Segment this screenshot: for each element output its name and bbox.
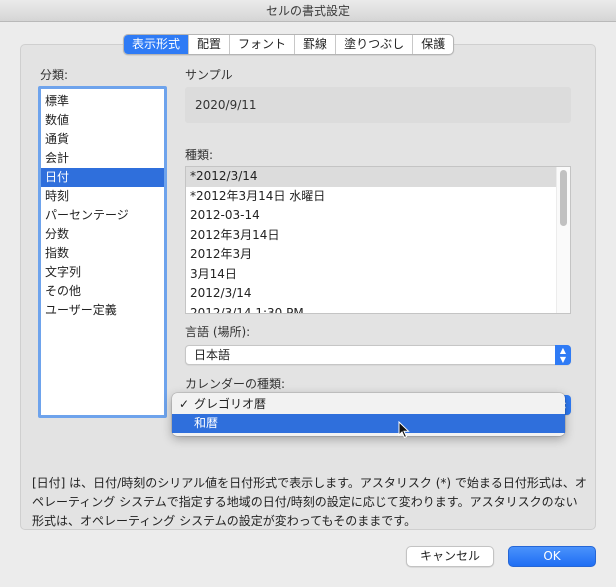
tab-font[interactable]: フォント	[229, 35, 294, 54]
window-titlebar: セルの書式設定	[0, 0, 616, 22]
menu-item-japanese-era[interactable]: 和暦	[172, 414, 565, 433]
category-item-fraction[interactable]: 分数	[41, 225, 164, 244]
type-list-scrollbar[interactable]	[556, 167, 570, 313]
category-item-scientific[interactable]: 指数	[41, 244, 164, 263]
type-item[interactable]: 2012年3月	[186, 245, 570, 265]
category-item-currency[interactable]: 通貨	[41, 130, 164, 149]
tab-alignment[interactable]: 配置	[188, 35, 229, 54]
menu-item-label: グレゴリオ暦	[194, 397, 267, 411]
locale-value: 日本語	[194, 348, 231, 362]
type-item[interactable]: 2012-03-14	[186, 206, 570, 226]
type-item[interactable]: 3月14日	[186, 265, 570, 285]
category-label: 分類:	[40, 68, 69, 82]
calendar-label: カレンダーの種類:	[185, 377, 286, 391]
type-item[interactable]: 2012/3/14 1:30 PM	[186, 304, 570, 314]
category-item-general[interactable]: 標準	[41, 92, 164, 111]
checkmark-icon: ✓	[179, 397, 190, 411]
type-item[interactable]: *2012/3/14	[186, 167, 570, 187]
sample-label: サンプル	[185, 68, 233, 82]
tab-bar: 表示形式 配置 フォント 罫線 塗りつぶし 保護	[123, 34, 455, 55]
scrollbar-thumb[interactable]	[560, 170, 567, 226]
type-item[interactable]: *2012年3月14日 水曜日	[186, 187, 570, 207]
format-description: [日付] は、日付/時刻のシリアル値を日付形式で表示します。アスタリスク (*)…	[32, 476, 587, 528]
menu-item-label: 和暦	[194, 416, 219, 430]
chevron-updown-icon: ▲▼	[555, 345, 571, 365]
category-item-accounting[interactable]: 会計	[41, 149, 164, 168]
sample-preview: 2020/9/11	[185, 87, 571, 123]
locale-label: 言語 (場所):	[185, 325, 251, 339]
type-item[interactable]: 2012年3月14日	[186, 226, 570, 246]
calendar-dropdown-menu: ✓ グレゴリオ暦 和暦	[172, 393, 565, 436]
category-item-date[interactable]: 日付	[41, 168, 164, 187]
sample-value: 2020/9/11	[195, 98, 257, 112]
category-item-custom[interactable]: ユーザー定義	[41, 301, 164, 320]
category-item-number[interactable]: 数値	[41, 111, 164, 130]
tab-border[interactable]: 罫線	[294, 35, 335, 54]
window-title: セルの書式設定	[265, 4, 350, 18]
cancel-button[interactable]: キャンセル	[406, 546, 494, 567]
tab-protection[interactable]: 保護	[412, 35, 453, 54]
locale-popup[interactable]: 日本語 ▲ ▼	[185, 345, 571, 365]
tab-number-format[interactable]: 表示形式	[124, 35, 189, 54]
type-list[interactable]: *2012/3/14 *2012年3月14日 水曜日 2012-03-14 20…	[185, 166, 571, 314]
category-item-special[interactable]: その他	[41, 282, 164, 301]
type-label: 種類:	[185, 148, 214, 162]
category-list[interactable]: 標準 数値 通貨 会計 日付 時刻 パーセンテージ 分数 指数 文字列 その他 …	[38, 86, 167, 418]
menu-item-gregorian[interactable]: ✓ グレゴリオ暦	[172, 395, 565, 414]
category-item-text[interactable]: 文字列	[41, 263, 164, 282]
ok-button[interactable]: OK	[508, 546, 596, 567]
category-item-percentage[interactable]: パーセンテージ	[41, 206, 164, 225]
type-item[interactable]: 2012/3/14	[186, 284, 570, 304]
tab-fill[interactable]: 塗りつぶし	[335, 35, 412, 54]
category-item-time[interactable]: 時刻	[41, 187, 164, 206]
mouse-pointer-icon	[398, 421, 410, 439]
